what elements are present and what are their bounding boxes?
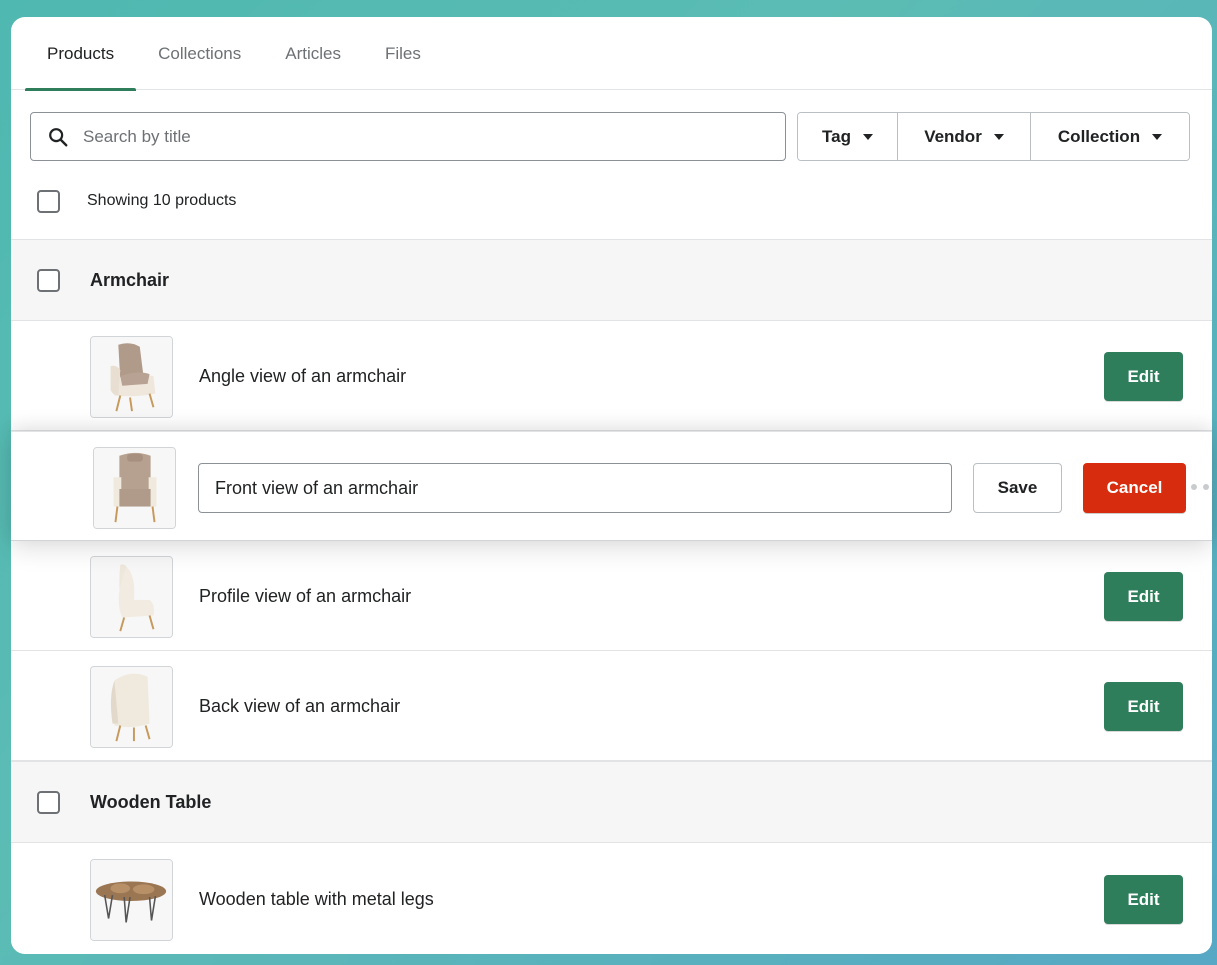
product-thumbnail xyxy=(90,859,173,941)
search-box[interactable] xyxy=(30,112,786,161)
media-alt-text: Wooden table with metal legs xyxy=(199,888,434,909)
tag-filter-button[interactable]: Tag xyxy=(798,113,898,160)
media-alt-text: Profile view of an armchair xyxy=(199,585,412,606)
product-count-text: Showing 10 products xyxy=(87,192,237,209)
group-title: Armchair xyxy=(90,269,170,290)
edit-button[interactable]: Edit xyxy=(1104,352,1183,401)
edit-button[interactable]: Edit xyxy=(1104,572,1183,621)
media-row: Angle view of an armchair Edit xyxy=(11,321,1212,431)
armchair-profile-image xyxy=(91,557,172,637)
product-thumbnail xyxy=(90,556,173,638)
tab-bar: Products Collections Articles Files xyxy=(11,17,1212,91)
group-header-wooden-table: Wooden Table xyxy=(11,761,1212,843)
product-thumbnail xyxy=(93,447,176,529)
product-thumbnail xyxy=(90,336,173,418)
media-alt-text: Angle view of an armchair xyxy=(199,365,407,386)
media-alt-text: Back view of an armchair xyxy=(199,695,401,716)
alt-text-input[interactable] xyxy=(198,463,952,513)
armchair-front-image xyxy=(94,448,175,528)
group-checkbox-wooden-table[interactable] xyxy=(37,790,60,814)
search-input[interactable] xyxy=(83,126,733,147)
group-checkbox-armchair[interactable] xyxy=(37,268,60,292)
select-all-row: Showing 10 products xyxy=(37,189,236,213)
tab-articles[interactable]: Articles xyxy=(263,17,363,90)
select-all-checkbox[interactable] xyxy=(37,189,60,213)
editing-row: Save Cancel xyxy=(11,431,1212,541)
collection-filter-label: Collection xyxy=(1057,126,1141,146)
armchair-angle-image xyxy=(91,337,172,417)
armchair-back-image xyxy=(91,667,172,747)
filter-group: Tag Vendor Collection xyxy=(797,112,1190,161)
caret-down-icon xyxy=(1152,133,1163,140)
caret-down-icon xyxy=(993,133,1004,140)
vendor-filter-button[interactable]: Vendor xyxy=(898,113,1031,160)
search-icon xyxy=(49,127,68,146)
group-header-armchair: Armchair xyxy=(11,239,1212,321)
wooden-table-image xyxy=(91,860,172,940)
tab-collections[interactable]: Collections xyxy=(136,17,263,90)
media-row: Wooden table with metal legs Edit xyxy=(11,844,1212,954)
vendor-filter-label: Vendor xyxy=(924,126,982,146)
save-button[interactable]: Save xyxy=(973,463,1062,513)
media-row: Profile view of an armchair Edit xyxy=(11,541,1212,651)
product-thumbnail xyxy=(90,666,173,748)
tab-files[interactable]: Files xyxy=(363,17,443,90)
tab-products[interactable]: Products xyxy=(25,17,137,91)
drag-handle-icon[interactable] xyxy=(1191,484,1209,490)
cancel-button[interactable]: Cancel xyxy=(1083,463,1186,513)
edit-button[interactable]: Edit xyxy=(1104,682,1183,731)
edit-button[interactable]: Edit xyxy=(1104,875,1183,924)
tag-filter-label: Tag xyxy=(822,126,851,146)
collection-filter-button[interactable]: Collection xyxy=(1031,113,1189,160)
media-row: Back view of an armchair Edit xyxy=(11,651,1212,761)
group-title: Wooden Table xyxy=(90,791,212,812)
caret-down-icon xyxy=(862,133,873,140)
